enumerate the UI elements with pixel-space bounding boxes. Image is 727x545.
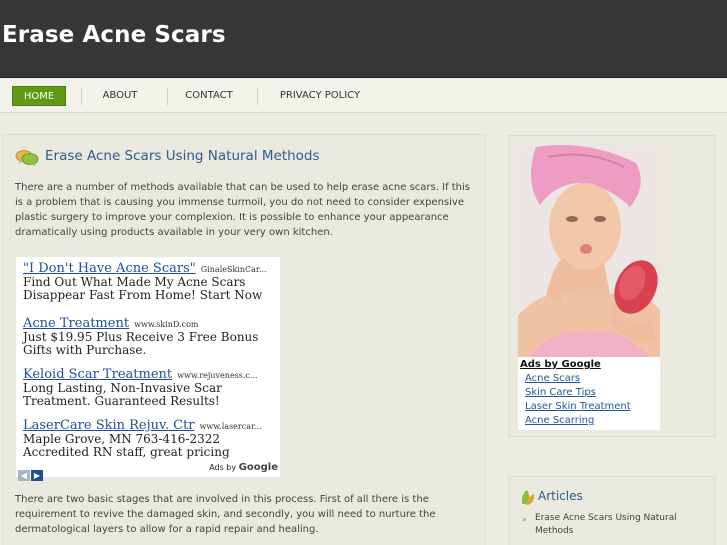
bullet-arrow-icon: » [522,515,527,524]
ads-by-google-links: Ads by Google Acne Scars Skin Care Tips … [518,357,660,430]
ad-unit: "I Don't Have Acne Scars" GinaleSkinCar.… [23,257,275,302]
ad-pager: ◀ ▶ [18,463,44,482]
post-paragraph: There are a number of methods available … [15,182,471,238]
nav-divider [81,88,82,105]
ad-url[interactable]: www.skinD.com [134,320,198,329]
ad-description: Long Lasting, Non-Invasive Scar Treatmen… [23,381,222,408]
ad-title-link[interactable]: Keloid Scar Treatment [23,367,172,382]
ad-title-link[interactable]: Acne Treatment [23,316,129,331]
main-nav: HOME ABOUT CONTACT PRIVACY POLICY [0,79,727,113]
ad-link-acne-scarring[interactable]: Acne Scarring [525,415,594,426]
ad-link-acne-scars[interactable]: Acne Scars [525,373,580,384]
nav-contact[interactable]: CONTACT [176,86,242,106]
ad-url[interactable]: GinaleSkinCar... [201,265,267,274]
ad-url[interactable]: www.rejuveness.c... [177,371,257,380]
ad-description: Find Out What Made My Acne Scars Disappe… [23,275,263,302]
main-content: Erase Acne Scars Using Natural Methods T… [2,134,486,545]
nav-privacy-policy[interactable]: PRIVACY POLICY [270,86,370,106]
google-ad-block: "I Don't Have Acne Scars" GinaleSkinCar.… [16,257,280,481]
ad-unit: Acne Treatment www.skinD.com Just $19.95… [23,312,275,357]
post-paragraph: There are two basic stages that are invo… [15,494,436,535]
nav-divider [257,88,258,105]
ad-url[interactable]: www.lasercar... [200,422,262,431]
sidebar-ad-box: Ads by Google Acne Scars Skin Care Tips … [508,135,716,437]
ads-by-google-title[interactable]: Ads by Google [520,359,601,370]
ads-by-google-label[interactable]: Ads by Google [209,462,278,473]
ad-title-link[interactable]: "I Don't Have Acne Scars" [23,261,196,276]
chevron-left-icon[interactable]: ◀ [18,470,30,481]
ad-unit: LaserCare Skin Rejuv. Ctr www.lasercar..… [23,414,275,459]
woman-photo[interactable] [518,145,660,357]
ad-link-skin-care-tips[interactable]: Skin Care Tips [525,387,596,398]
site-header: Erase Acne Scars [0,0,727,78]
ad-title-link[interactable]: LaserCare Skin Rejuv. Ctr [23,418,194,433]
ads-by-prefix: Ads by [209,463,237,472]
speech-bubbles-icon [15,150,39,166]
nav-home[interactable]: HOME [12,86,66,106]
ad-description: Maple Grove, MN 763-416-2322 Accredited … [23,432,230,459]
woman-with-towel-image [518,145,660,357]
leaf-icon [521,490,535,505]
google-brand: Google [238,462,278,473]
ad-link-laser-skin-treatment[interactable]: Laser Skin Treatment [525,401,631,412]
articles-widget: Articles » Erase Acne Scars Using Natura… [508,476,716,545]
article-link[interactable]: Erase Acne Scars Using Natural Methods [535,512,710,538]
nav-about[interactable]: ABOUT [92,86,148,106]
nav-divider [167,88,168,105]
ad-unit: Keloid Scar Treatment www.rejuveness.c..… [23,363,275,408]
site-title[interactable]: Erase Acne Scars [2,22,226,48]
post-title[interactable]: Erase Acne Scars Using Natural Methods [45,148,320,164]
chevron-right-icon[interactable]: ▶ [31,470,43,481]
ad-description: Just $19.95 Plus Receive 3 Free Bonus Gi… [23,330,259,357]
articles-heading: Articles [538,489,583,503]
